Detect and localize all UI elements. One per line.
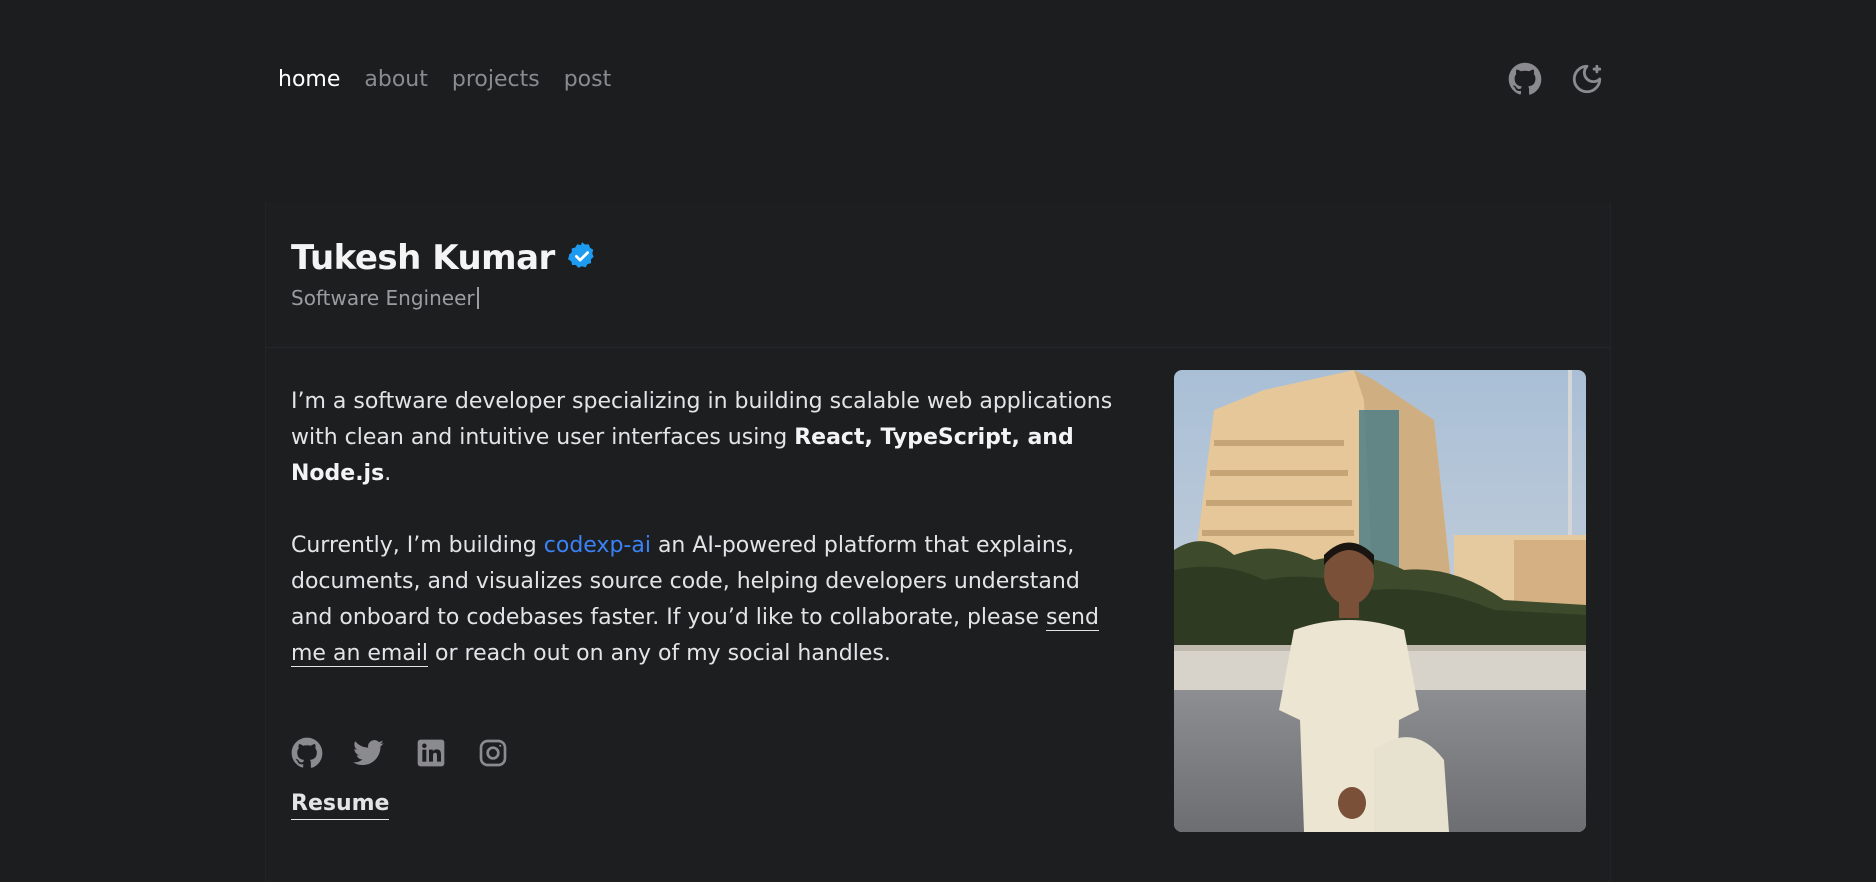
linkedin-icon[interactable]: [415, 737, 447, 769]
instagram-icon[interactable]: [477, 737, 509, 769]
nav-icons: [1508, 62, 1604, 96]
intro-paragraph-1: I’m a software developer specializing in…: [291, 389, 1113, 486]
typing-caret: [476, 287, 479, 309]
nav-about[interactable]: about: [364, 62, 427, 98]
resume-link[interactable]: Resume: [291, 789, 390, 820]
nav-projects[interactable]: projects: [452, 62, 540, 98]
verified-badge-icon: [567, 241, 597, 275]
theme-toggle-moon-icon[interactable]: [1570, 62, 1604, 96]
profile-name: Tukesh Kumar: [291, 238, 555, 278]
main-nav: home about projects post: [278, 62, 635, 98]
twitter-icon[interactable]: [353, 737, 385, 769]
nav-home[interactable]: home: [278, 62, 340, 98]
social-links: [291, 737, 509, 769]
nav-post[interactable]: post: [564, 62, 612, 98]
profile-header: Tukesh Kumar Software Engineer: [266, 202, 1610, 348]
profile-subtitle: Software Engineer: [291, 286, 1585, 310]
profile-photo: [1174, 370, 1586, 832]
github-icon[interactable]: [1508, 62, 1542, 96]
codexp-ai-link[interactable]: codexp-ai: [544, 533, 651, 558]
profile-card: Tukesh Kumar Software Engineer I’m a sof…: [265, 202, 1611, 882]
github-icon[interactable]: [291, 737, 323, 769]
intro-text: I’m a software developer specializing in…: [291, 384, 1121, 708]
intro-paragraph-2: Currently, I’m building codexp-ai an AI-…: [291, 533, 1099, 667]
